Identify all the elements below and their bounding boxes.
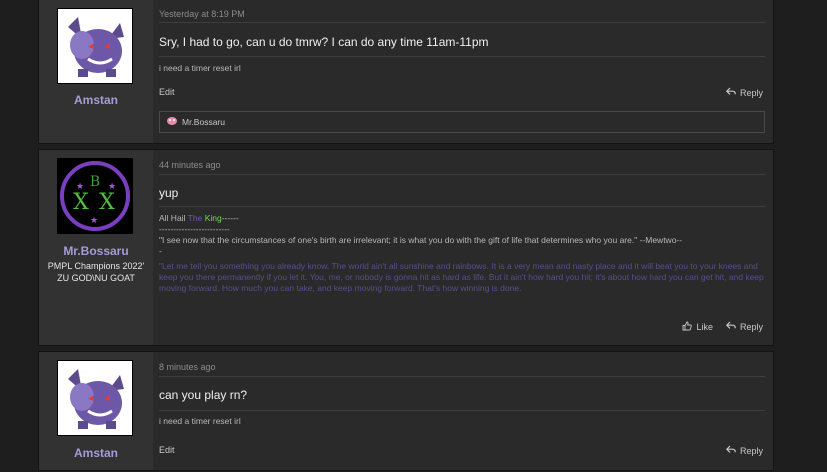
divider	[159, 174, 765, 175]
post-3: Amstan 8 minutes ago can you play rn? i …	[38, 351, 774, 471]
timestamp[interactable]: Yesterday at 8:19 PM	[159, 9, 245, 19]
svg-text:X: X	[73, 190, 89, 215]
signature: i need a timer reset irl	[159, 416, 241, 426]
divider	[159, 410, 765, 411]
edit-button[interactable]: Edit	[159, 445, 175, 455]
user-title: PMPL Champions 2022' ZU GOD\NU GOAT	[47, 261, 145, 283]
pokemon-icon	[166, 116, 178, 128]
user-info: B X X ★ ★ ★ Mr.Bossaru PMPL Champions 20…	[39, 150, 153, 345]
timestamp[interactable]: 8 minutes ago	[159, 362, 216, 372]
divider	[159, 376, 765, 377]
like-button[interactable]: Like	[682, 321, 713, 333]
username[interactable]: Amstan	[39, 446, 153, 460]
reply-icon	[725, 445, 736, 456]
reply-button[interactable]: Reply	[725, 87, 763, 98]
reply-icon	[725, 321, 736, 332]
divider	[159, 22, 765, 23]
avatar[interactable]	[57, 360, 133, 436]
signature-hail: All Hail The King------	[159, 213, 239, 223]
message-body: yup	[159, 186, 179, 200]
post-2: B X X ★ ★ ★ Mr.Bossaru PMPL Champions 20…	[38, 149, 774, 346]
quote-attribution[interactable]: Mr.Bossaru	[159, 111, 765, 133]
reply-label: Reply	[739, 321, 763, 332]
edit-button[interactable]: Edit	[159, 87, 175, 97]
reply-label: Reply	[739, 87, 763, 98]
signature-dashes: -------------------------	[159, 224, 230, 234]
signature: All Hail The King------ ----------------…	[159, 213, 765, 294]
avatar[interactable]	[57, 8, 133, 84]
divider	[159, 56, 765, 57]
svg-text:X: X	[99, 190, 115, 215]
signature-quote-mewtwo-tail: -	[159, 246, 162, 256]
reply-button[interactable]: Reply	[725, 445, 763, 456]
post-1: Amstan Yesterday at 8:19 PM Sry, I had t…	[38, 0, 774, 144]
reply-label: Reply	[739, 445, 763, 456]
like-label: Like	[696, 322, 713, 332]
signature-quote-rocky: "Let me tell you something you already k…	[159, 261, 764, 293]
thumbs-up-icon	[682, 321, 693, 333]
username[interactable]: Mr.Bossaru	[39, 244, 153, 258]
divider	[159, 206, 765, 207]
message-body: Sry, I had to go, can u do tmrw? I can d…	[159, 35, 489, 49]
svg-text:★: ★	[76, 181, 84, 191]
signature: i need a timer reset irl	[159, 63, 241, 73]
reply-icon	[725, 87, 736, 98]
svg-text:B: B	[90, 174, 100, 190]
user-info: Amstan	[39, 352, 153, 470]
avatar[interactable]: B X X ★ ★ ★	[57, 158, 133, 234]
username[interactable]: Amstan	[39, 93, 153, 107]
reply-button[interactable]: Reply	[725, 321, 763, 332]
user-info: Amstan	[39, 0, 153, 143]
signature-quote-mewtwo: "I see now that the circumstances of one…	[159, 235, 683, 245]
quote-user: Mr.Bossaru	[182, 117, 225, 127]
message-body: can you play rn?	[159, 388, 248, 402]
svg-text:★: ★	[90, 215, 98, 225]
svg-text:★: ★	[108, 181, 116, 191]
timestamp[interactable]: 44 minutes ago	[159, 160, 221, 170]
